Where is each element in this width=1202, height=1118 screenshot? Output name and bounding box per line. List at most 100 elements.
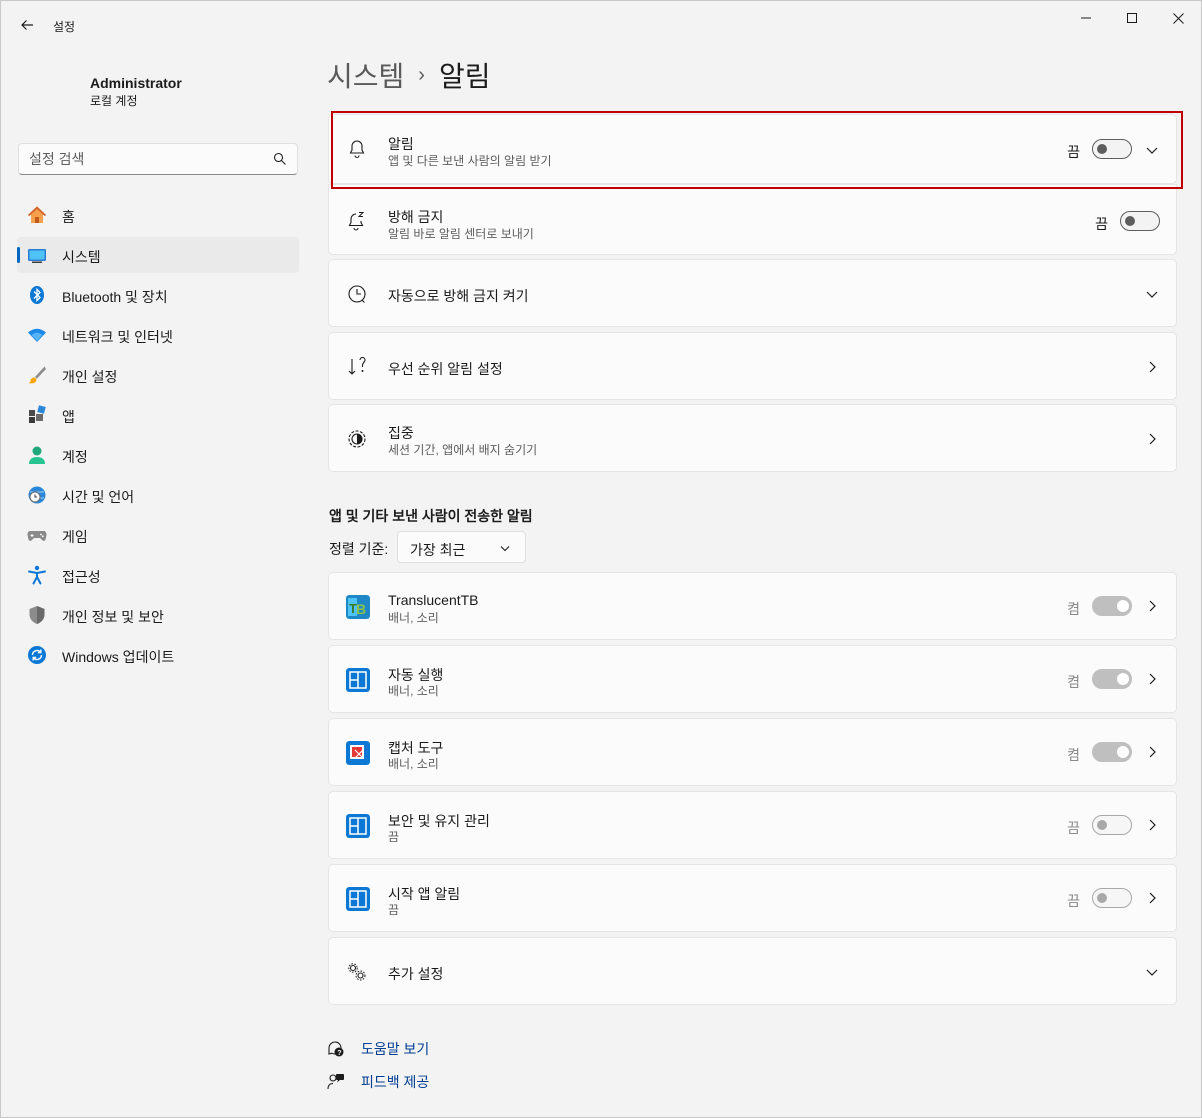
focus-subtitle: 세션 기간, 앱에서 배지 숨기기 — [388, 443, 538, 457]
sort-label: 정렬 기준: — [329, 541, 389, 557]
system-icon — [28, 249, 46, 263]
chevron-down-icon — [1146, 291, 1158, 298]
dnd-toggle[interactable] — [1120, 211, 1160, 231]
home-icon — [27, 206, 47, 223]
sidebar-item-gaming[interactable]: 게임 — [17, 517, 299, 553]
sidebar-item-label: 계정 — [62, 449, 88, 465]
search-input[interactable] — [29, 150, 259, 168]
app-notification-row[interactable]: 캡처 도구 배너, 소리 켬 — [328, 718, 1177, 786]
sidebar-item-accessibility[interactable]: 접근성 — [17, 557, 299, 593]
sidebar-item-time-language[interactable]: 시간 및 언어 — [17, 477, 299, 513]
help-icon: ? — [328, 1041, 344, 1057]
dnd-subtitle: 알림 바로 알림 센터로 보내기 — [388, 227, 534, 241]
back-arrow-icon — [21, 20, 33, 30]
sidebar-item-label: 네트워크 및 인터넷 — [62, 329, 173, 345]
toggle-knob — [1117, 746, 1129, 758]
app-state: 켬 — [1067, 747, 1080, 763]
maximize-button[interactable] — [1109, 1, 1155, 35]
app-notification-row[interactable]: 자동 실행 배너, 소리 켬 — [328, 645, 1177, 713]
breadcrumb: 시스템 › 알림 — [327, 55, 490, 95]
window-title: 설정 — [53, 20, 76, 34]
app-state: 켬 — [1067, 601, 1080, 617]
sidebar-item-label: 앱 — [62, 409, 75, 425]
app-state: 끔 — [1067, 820, 1080, 836]
notifications-subtitle: 앱 및 다른 보낸 사람의 알림 받기 — [388, 154, 552, 168]
dnd-state: 끔 — [1095, 216, 1108, 232]
app-toggle[interactable] — [1092, 742, 1132, 762]
sidebar-item-bluetooth[interactable]: Bluetooth 및 장치 — [17, 277, 299, 313]
apps-section-title: 앱 및 기타 보낸 사람이 전송한 알림 — [329, 508, 533, 524]
app-detail: 끔 — [388, 830, 400, 844]
bell-icon — [349, 140, 365, 159]
minimize-button[interactable] — [1063, 1, 1109, 35]
app-toggle[interactable] — [1092, 815, 1132, 835]
app-notification-row[interactable]: 보안 및 유지 관리 끔 끔 — [328, 791, 1177, 859]
clock-icon — [348, 285, 366, 303]
app-toggle[interactable] — [1092, 669, 1132, 689]
feedback-link-label[interactable]: 피드백 제공 — [361, 1072, 429, 1092]
sidebar-item-network[interactable]: 네트워크 및 인터넷 — [17, 317, 299, 353]
app-detail: 끔 — [388, 903, 400, 917]
app-name: 보안 및 유지 관리 — [388, 813, 490, 829]
app-toggle[interactable] — [1092, 888, 1132, 908]
profile-account-type: 로컬 계정 — [90, 94, 138, 108]
app-detail: 배너, 소리 — [388, 684, 439, 698]
maximize-icon — [1127, 13, 1137, 23]
svg-text:?: ? — [337, 1050, 341, 1057]
svg-text:B: B — [356, 601, 366, 617]
chevron-right-icon — [1149, 746, 1156, 758]
accessibility-icon — [28, 565, 46, 585]
app-toggle[interactable] — [1092, 596, 1132, 616]
bluetooth-icon — [30, 286, 44, 304]
settings-search-box[interactable] — [18, 143, 298, 175]
help-link[interactable]: ? 도움말 보기 — [327, 1039, 429, 1059]
app-notification-row[interactable]: TB TranslucentTB 배너, 소리 켬 — [328, 572, 1177, 640]
sidebar-item-windows-update[interactable]: Windows 업데이트 — [17, 637, 299, 673]
sidebar-item-personalization[interactable]: 개인 설정 — [17, 357, 299, 393]
sidebar-item-apps[interactable]: 앱 — [17, 397, 299, 433]
apps-icon — [29, 405, 46, 423]
sidebar-item-accounts[interactable]: 계정 — [17, 437, 299, 473]
sidebar-item-label: 개인 설정 — [62, 369, 118, 385]
sidebar-item-label: Bluetooth 및 장치 — [62, 289, 168, 305]
account-icon — [29, 446, 45, 464]
chevron-right-icon — [1149, 433, 1156, 445]
back-button[interactable] — [13, 13, 41, 37]
sidebar-item-label: 접근성 — [62, 569, 101, 585]
notifications-setting-card[interactable]: 알림 앱 및 다른 보낸 사람의 알림 받기 끔 — [328, 114, 1177, 184]
focus-card[interactable]: 집중 세션 기간, 앱에서 배지 숨기기 — [328, 404, 1177, 472]
profile-name: Administrator — [90, 75, 182, 91]
translucenttb-icon: TB — [346, 595, 370, 619]
more-settings-card[interactable]: 추가 설정 — [328, 937, 1177, 1005]
sort-dropdown[interactable]: 가장 최근 — [397, 531, 526, 563]
close-button[interactable] — [1155, 1, 1201, 35]
chevron-down-icon — [500, 546, 510, 552]
chevron-down-icon — [1146, 969, 1158, 976]
sidebar-item-home[interactable]: 홈 — [17, 197, 299, 233]
priority-sort-icon — [348, 357, 366, 375]
app-detail: 배너, 소리 — [388, 611, 439, 625]
priority-notifications-card[interactable]: 우선 순위 알림 설정 — [328, 332, 1177, 400]
sidebar-item-privacy-security[interactable]: 개인 정보 및 보안 — [17, 597, 299, 633]
minimize-icon — [1081, 17, 1091, 19]
brush-icon — [28, 366, 46, 384]
breadcrumb-parent[interactable]: 시스템 — [327, 55, 404, 95]
chevron-right-icon — [1149, 673, 1156, 685]
help-link-label[interactable]: 도움말 보기 — [361, 1039, 429, 1059]
app-notification-row[interactable]: 시작 앱 알림 끔 끔 — [328, 864, 1177, 932]
feedback-link[interactable]: 피드백 제공 — [327, 1072, 429, 1092]
sidebar-item-label: 게임 — [62, 529, 88, 545]
user-profile[interactable]: Administrator 로컬 계정 — [17, 57, 297, 121]
notifications-title: 알림 — [388, 136, 414, 152]
do-not-disturb-card[interactable]: 방해 금지 알림 바로 알림 센터로 보내기 끔 — [328, 184, 1177, 255]
feedback-icon — [327, 1074, 344, 1090]
sidebar-item-label: Windows 업데이트 — [62, 649, 175, 665]
sidebar-item-system[interactable]: 시스템 — [17, 237, 299, 273]
auto-dnd-card[interactable]: 자동으로 방해 금지 켜기 — [328, 259, 1177, 327]
notifications-toggle[interactable] — [1092, 139, 1132, 159]
chevron-down-icon[interactable] — [1144, 142, 1160, 158]
focus-title: 집중 — [388, 425, 414, 441]
toggle-knob — [1097, 144, 1107, 154]
sidebar-item-label: 개인 정보 및 보안 — [62, 609, 164, 625]
breadcrumb-separator: › — [418, 63, 425, 86]
